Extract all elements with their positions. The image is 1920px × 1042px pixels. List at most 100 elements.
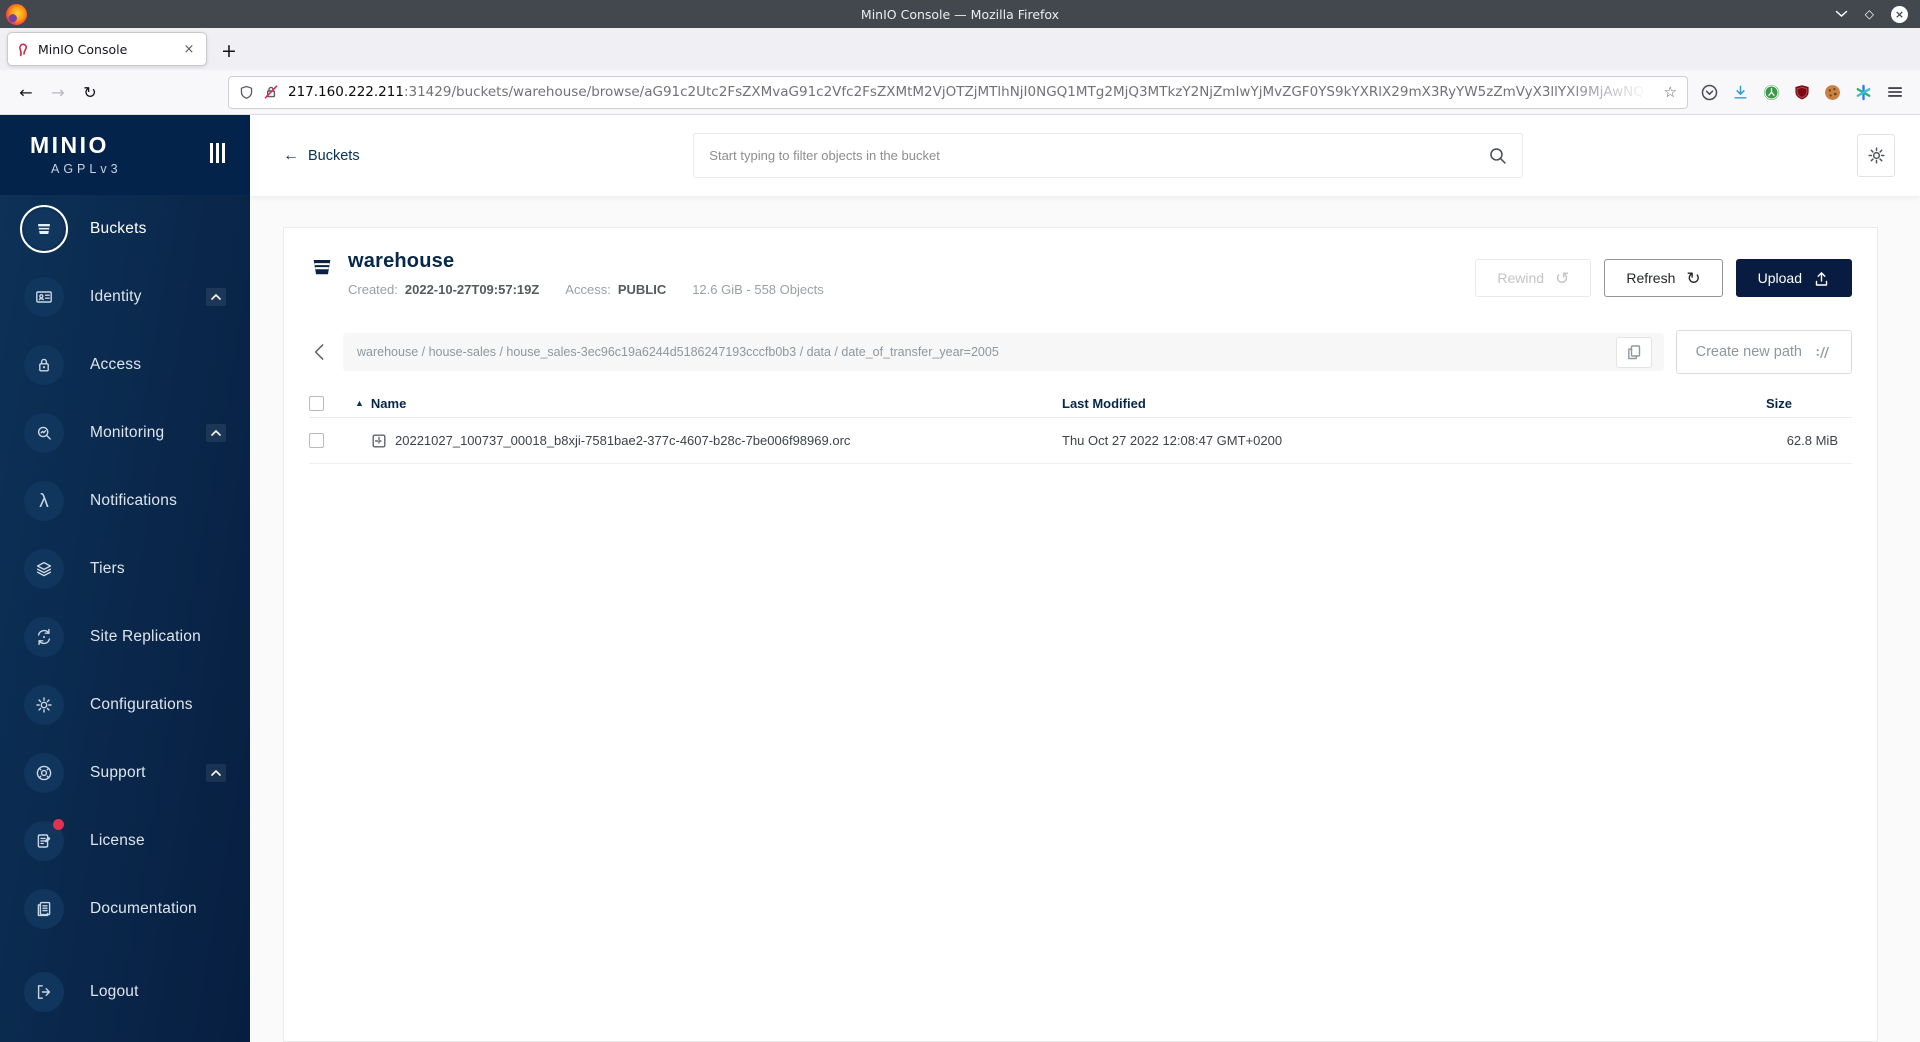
refresh-button[interactable]: Refresh ↻: [1604, 259, 1723, 297]
column-header-last-modified[interactable]: Last Modified: [1062, 396, 1662, 411]
object-name: 20221027_100737_00018_b8xji-7581bae2-377…: [395, 433, 851, 448]
sidebar-item-label: Identity: [90, 288, 142, 305]
lambda-icon: λ: [24, 481, 64, 521]
window-maximize-icon[interactable]: ◇: [1865, 7, 1874, 21]
create-new-path-button[interactable]: Create new path: [1675, 330, 1852, 374]
identity-card-icon: [24, 277, 64, 317]
access-label: Access:: [565, 282, 611, 297]
sidebar-item-label: Buckets: [90, 220, 147, 237]
gear-icon: [24, 685, 64, 725]
menu-hamburger-icon[interactable]: [1886, 83, 1904, 101]
tab-close-icon[interactable]: ×: [179, 42, 199, 57]
sidebar-item-label: Monitoring: [90, 424, 165, 441]
forward-button[interactable]: →: [42, 76, 74, 108]
access-value: PUBLIC: [617, 282, 667, 297]
sidebar-collapse-icon[interactable]: [210, 143, 226, 163]
settings-gear-button[interactable]: [1857, 134, 1895, 177]
asterisk-extension-icon[interactable]: [1855, 84, 1872, 101]
sidebar-item-label: Access: [90, 356, 142, 373]
sidebar-item-support[interactable]: Support: [0, 739, 250, 807]
insecure-lock-icon[interactable]: [263, 84, 279, 100]
sidebar-item-label: Site Replication: [90, 628, 201, 645]
chevron-up-icon[interactable]: [206, 424, 226, 442]
copy-path-button[interactable]: [1615, 336, 1652, 368]
sidebar-item-documentation[interactable]: Documentation: [0, 875, 250, 943]
reload-button[interactable]: ↻: [74, 76, 106, 108]
object-size: 62.8 MiB: [1786, 433, 1838, 448]
back-arrow-icon: ←: [283, 146, 299, 164]
sidebar-item-label: Tiers: [90, 560, 125, 577]
path-back-chevron-icon[interactable]: [309, 341, 331, 363]
bucket-icon: [309, 254, 335, 280]
pocket-icon[interactable]: [1701, 84, 1718, 101]
window-title: MinIO Console — Mozilla Firefox: [860, 6, 1060, 22]
sidebar-item-buckets[interactable]: Buckets: [0, 195, 250, 263]
upload-button[interactable]: Upload: [1735, 259, 1852, 297]
window-minimize-icon[interactable]: [1835, 10, 1848, 18]
bookmark-star-icon[interactable]: ☆: [1664, 83, 1677, 101]
breadcrumb: warehouse / house-sales / house_sales-3e…: [357, 345, 999, 359]
minio-favicon-icon: [19, 43, 28, 56]
path-toolbar: warehouse / house-sales / house_sales-3e…: [309, 330, 1852, 374]
magnifier-chart-icon: [24, 413, 64, 453]
filter-search-box: [693, 133, 1524, 178]
shield-icon[interactable]: [239, 85, 254, 100]
rewind-history-icon: ↺: [1555, 268, 1570, 288]
downloads-icon[interactable]: [1732, 84, 1749, 101]
sidebar-item-site-replication[interactable]: Site Replication: [0, 603, 250, 671]
back-link-label: Buckets: [308, 147, 360, 164]
sidebar-item-configurations[interactable]: Configurations: [0, 671, 250, 739]
search-input[interactable]: [709, 148, 1489, 163]
select-all-checkbox[interactable]: [309, 395, 324, 411]
sidebar-item-label: Notifications: [90, 492, 178, 509]
sidebar: MINIO AGPLv3 Buckets Identity Access Mon…: [0, 115, 250, 1042]
refresh-icon: ↻: [1686, 268, 1701, 288]
created-label: Created:: [348, 282, 398, 297]
column-header-name[interactable]: Name: [371, 396, 406, 411]
rewind-button-label: Rewind: [1497, 270, 1545, 286]
bucket-header: warehouse Created: 2022-10-27T09:57:19Z …: [309, 250, 1852, 297]
bucket-usage: 12.6 GiB - 558 Objects: [692, 282, 824, 297]
cookie-extension-icon[interactable]: [1824, 84, 1841, 101]
sidebar-menu: Buckets Identity Access Monitoring λ Not…: [0, 195, 250, 1026]
sort-ascending-icon[interactable]: ▲: [355, 398, 364, 408]
rewind-button[interactable]: Rewind ↺: [1475, 259, 1592, 297]
url-bar[interactable]: 217.160.222.211:31429/buckets/warehouse/…: [228, 75, 1688, 109]
back-to-buckets-link[interactable]: ← Buckets: [283, 147, 360, 165]
table-row[interactable]: 20221027_100737_00018_b8xji-7581bae2-377…: [309, 418, 1852, 464]
refresh-button-label: Refresh: [1626, 270, 1676, 286]
column-header-size[interactable]: Size: [1662, 396, 1852, 411]
sidebar-item-logout[interactable]: Logout: [0, 958, 250, 1026]
sidebar-item-notifications[interactable]: λ Notifications: [0, 467, 250, 535]
created-value: 2022-10-27T09:57:19Z: [404, 282, 540, 297]
upload-button-label: Upload: [1757, 270, 1802, 286]
logout-icon: [24, 972, 64, 1012]
ublock-shield-icon[interactable]: [1794, 84, 1810, 100]
chevron-up-icon[interactable]: [206, 764, 226, 782]
sidebar-item-identity[interactable]: Identity: [0, 263, 250, 331]
bucket-name: warehouse: [348, 250, 455, 272]
chevron-up-icon[interactable]: [206, 288, 226, 306]
new-tab-button[interactable]: +: [221, 42, 237, 61]
sidebar-item-tiers[interactable]: Tiers: [0, 535, 250, 603]
sidebar-item-label: Logout: [90, 983, 139, 1000]
sidebar-item-label: Documentation: [90, 900, 197, 917]
sidebar-item-label: Configurations: [90, 696, 193, 713]
window-close-icon[interactable]: ×: [1891, 5, 1908, 23]
upload-icon: [1813, 270, 1830, 287]
sidebar-item-monitoring[interactable]: Monitoring: [0, 399, 250, 467]
documentation-pages-icon: [24, 889, 64, 929]
current-path-bar: warehouse / house-sales / house_sales-3e…: [343, 333, 1664, 371]
sidebar-item-license[interactable]: License: [0, 807, 250, 875]
url-text: 217.160.222.211:31429/buckets/warehouse/…: [288, 84, 1656, 100]
tab-minio-console[interactable]: MinIO Console ×: [7, 32, 207, 66]
sidebar-item-access[interactable]: Access: [0, 331, 250, 399]
new-path-icon: [1813, 343, 1832, 362]
url-host: 217.160.222.211: [288, 84, 404, 100]
row-checkbox[interactable]: [309, 433, 324, 448]
back-button[interactable]: ←: [10, 76, 42, 108]
sync-arrows-icon: [24, 617, 64, 657]
window-titlebar: MinIO Console — Mozilla Firefox ◇ ×: [0, 0, 1920, 28]
tab-title: MinIO Console: [38, 41, 128, 57]
extension-green-icon[interactable]: [1763, 84, 1780, 101]
